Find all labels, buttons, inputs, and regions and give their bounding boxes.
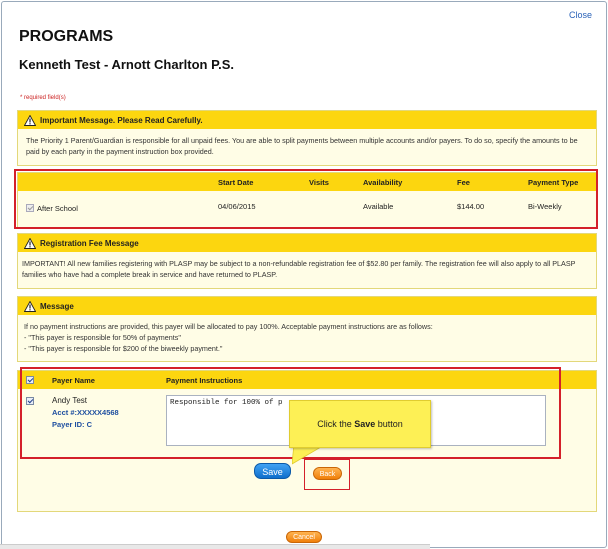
message-line-3: - "This payer is responsible for $200 of… <box>24 344 223 353</box>
important-message-heading: Important Message. Please Read Carefully… <box>40 115 203 125</box>
message-line-2: - "This payer is responsible for 50% of … <box>24 333 181 342</box>
important-message-header: Important Message. Please Read Carefully… <box>18 111 596 129</box>
save-button[interactable]: Save <box>254 463 291 479</box>
warning-icon <box>24 300 36 312</box>
required-fields-note: * required field(s) <box>20 95 66 101</box>
bottom-scroll-strip <box>0 544 430 549</box>
message-header: Message <box>18 297 596 315</box>
program-highlight-box <box>14 169 598 229</box>
callout-bold: Save <box>354 419 376 429</box>
message-panel: Message If no payment instructions are p… <box>17 296 597 362</box>
important-message-panel: Important Message. Please Read Carefully… <box>17 110 597 166</box>
callout-suffix: button <box>375 419 403 429</box>
registration-fee-header: Registration Fee Message <box>18 234 596 252</box>
cancel-button[interactable]: Cancel <box>286 531 322 543</box>
message-text: If no payment instructions are provided,… <box>18 315 596 360</box>
warning-icon <box>24 114 36 126</box>
save-hint-callout: Click the Save button <box>289 400 431 448</box>
registration-fee-heading: Registration Fee Message <box>40 238 139 248</box>
back-button[interactable]: Back <box>313 467 342 480</box>
warning-icon <box>24 237 36 249</box>
registration-fee-panel: Registration Fee Message IMPORTANT! All … <box>17 233 597 289</box>
message-line-1: If no payment instructions are provided,… <box>24 322 433 331</box>
message-heading: Message <box>40 301 74 311</box>
page-subtitle: Kenneth Test - Arnott Charlton P.S. <box>19 57 234 72</box>
registration-fee-text: IMPORTANT! All new families registering … <box>22 259 576 279</box>
page-title: PROGRAMS <box>19 28 114 45</box>
close-link[interactable]: Close <box>569 10 592 20</box>
callout-prefix: Click the <box>317 419 355 429</box>
important-message-text: The Priority 1 Parent/Guardian is respon… <box>26 136 578 156</box>
